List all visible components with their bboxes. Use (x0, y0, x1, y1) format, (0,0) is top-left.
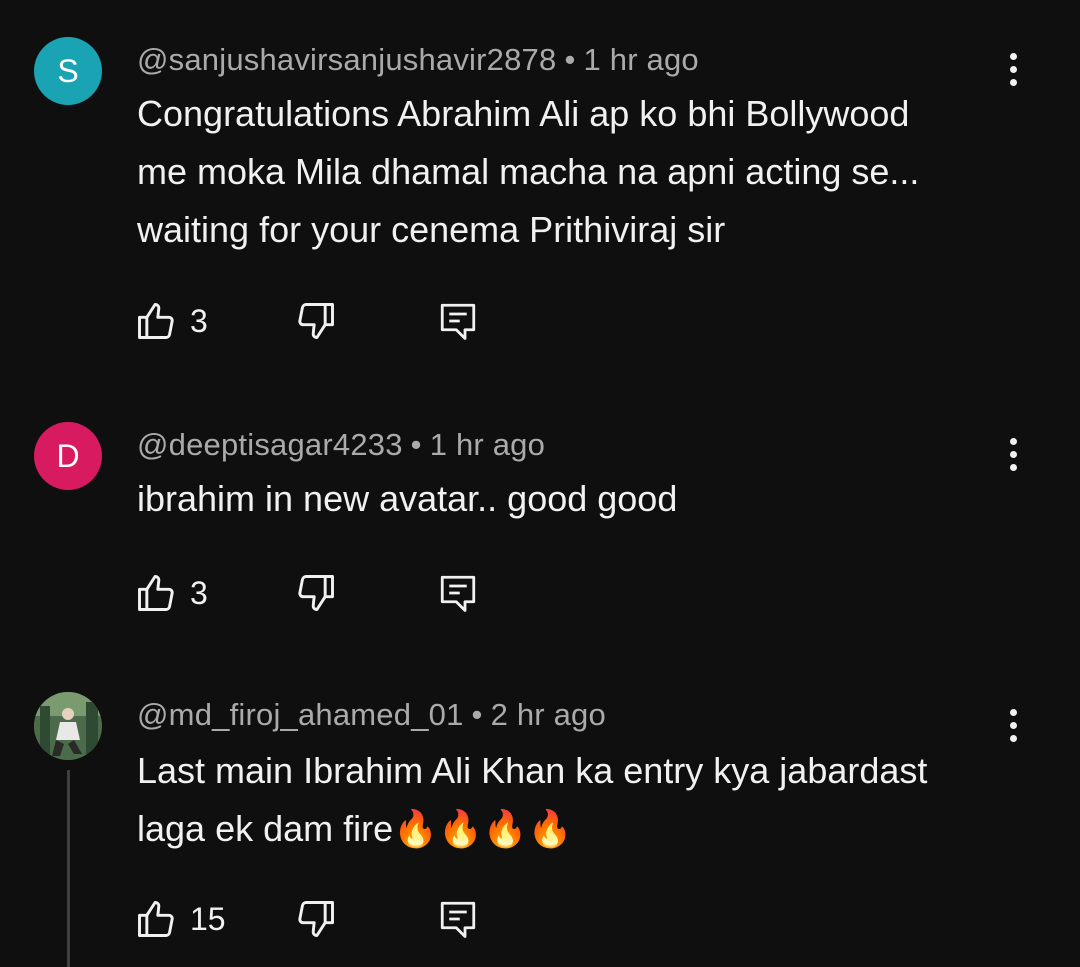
avatar[interactable]: D (34, 422, 102, 490)
reply-button[interactable] (437, 568, 479, 618)
more-vertical-dot (1009, 65, 1017, 73)
avatar[interactable]: S (34, 37, 102, 105)
more-vertical-dot (1009, 450, 1017, 458)
comment-text-line: Congratulations Abrahim Ali ap ko bhi Bo… (137, 93, 910, 134)
comment-text-line: Last main Ibrahim Ali Khan ka entry kya … (137, 750, 928, 791)
profile-photo-icon (34, 692, 102, 760)
thumbs-down-icon (298, 303, 334, 339)
like-button[interactable]: 3 (134, 296, 208, 346)
dislike-button[interactable] (294, 296, 338, 346)
comment-actions: 15 (134, 894, 634, 944)
more-options-button[interactable] (996, 700, 1030, 750)
more-vertical-icon (1009, 437, 1017, 445)
separator-dot: • (410, 427, 422, 462)
more-vertical-icon (1009, 52, 1017, 60)
avatar-letter: D (56, 437, 80, 474)
comment-actions: 3 (134, 296, 634, 346)
comment-username[interactable]: @md_firoj_ahamed_01 (137, 697, 464, 732)
like-count: 3 (190, 574, 208, 611)
comment-text-line: laga ek dam fire🔥🔥🔥🔥 (137, 808, 573, 849)
more-vertical-dot (1009, 463, 1017, 471)
like-count: 15 (190, 900, 226, 937)
avatar[interactable] (34, 692, 102, 760)
comment-text-line: ibrahim in new avatar.. good good (137, 478, 678, 519)
dislike-button[interactable] (294, 568, 338, 618)
thumbs-down-icon (298, 901, 334, 937)
comment-header: @sanjushavirsanjushavir2878 • 1 hr ago (137, 42, 699, 78)
more-vertical-dot (1009, 78, 1017, 86)
thumbs-up-icon (138, 303, 174, 339)
reply-comment-icon (440, 901, 476, 938)
separator-dot: • (564, 42, 576, 77)
reply-button[interactable] (437, 894, 479, 944)
thumbs-up-icon (138, 901, 174, 937)
comment-text-line: waiting for your cenema Prithiviraj sir (137, 209, 726, 250)
dislike-button[interactable] (294, 894, 338, 944)
reply-thread-line (67, 770, 70, 967)
more-options-button[interactable] (996, 44, 1030, 94)
reply-comment-icon (440, 575, 476, 612)
reply-comment-icon (440, 303, 476, 340)
comment-text-line: me moka Mila dhamal macha na apni acting… (137, 151, 920, 192)
like-button[interactable]: 3 (134, 568, 208, 618)
separator-dot: • (471, 697, 483, 732)
comment-text: Last main Ibrahim Ali Khan ka entry kya … (137, 742, 1017, 858)
comment-time: 1 hr ago (429, 427, 546, 462)
more-vertical-dot (1009, 721, 1017, 729)
thumbs-down-icon (298, 575, 334, 611)
reply-button[interactable] (437, 296, 479, 346)
comment-time: 1 hr ago (583, 42, 699, 77)
comment-username[interactable]: @sanjushavirsanjushavir2878 (137, 42, 556, 77)
like-count: 3 (190, 302, 208, 339)
comment-username[interactable]: @deeptisagar4233 (137, 427, 403, 462)
comment-actions: 3 (134, 568, 634, 618)
comment-text: ibrahim in new avatar.. good good (137, 470, 1017, 528)
more-vertical-dot (1009, 734, 1017, 742)
comment-header: @md_firoj_ahamed_01 • 2 hr ago (137, 697, 606, 733)
avatar-letter: S (57, 52, 79, 89)
comment-time: 2 hr ago (490, 697, 606, 732)
like-button[interactable]: 15 (134, 894, 226, 944)
more-options-button[interactable] (996, 429, 1030, 479)
comment-header: @deeptisagar4233 • 1 hr ago (137, 427, 545, 463)
thumbs-up-icon (138, 575, 174, 611)
more-vertical-icon (1009, 708, 1017, 716)
comment-text: Congratulations Abrahim Ali ap ko bhi Bo… (137, 85, 1017, 259)
